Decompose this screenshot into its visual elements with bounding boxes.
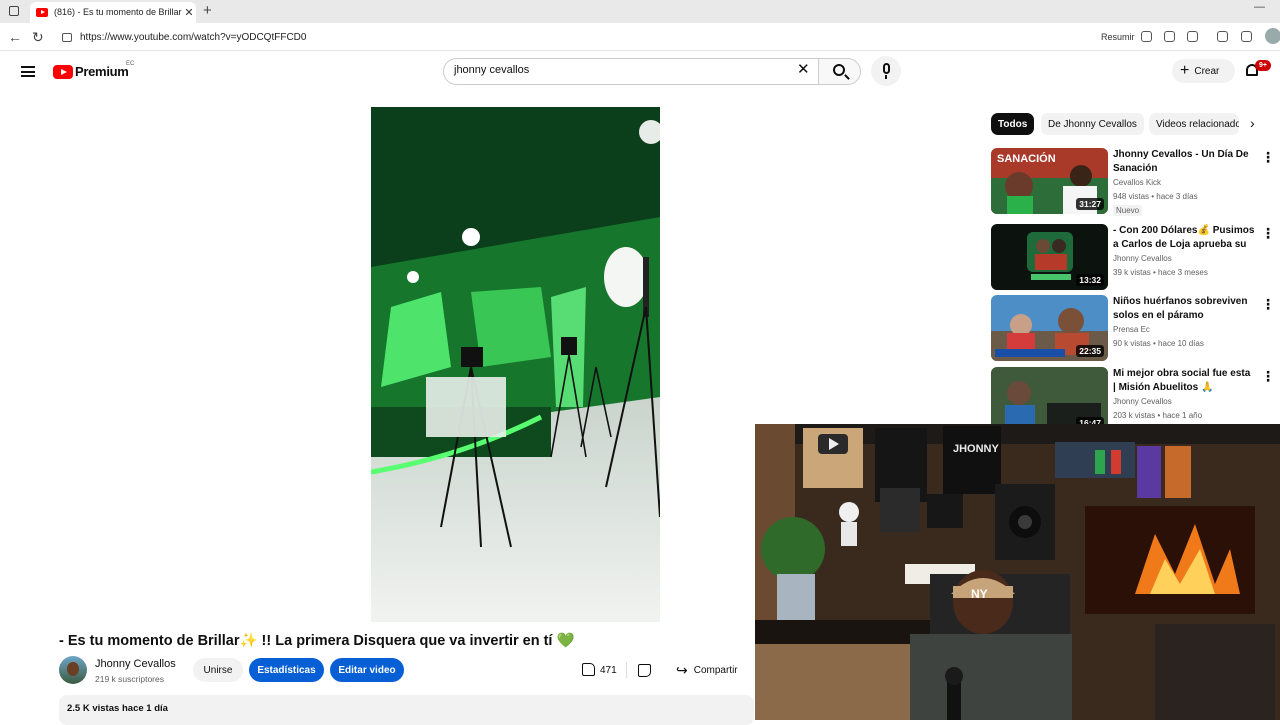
read-aloud-icon[interactable]	[1164, 31, 1175, 42]
share-label: Compartir	[693, 664, 738, 676]
chip-todos[interactable]: Todos	[991, 113, 1035, 135]
more-actions-icon[interactable]: ⋮	[1261, 150, 1275, 164]
recommendation-title[interactable]: Niños huérfanos sobreviven solos en el p…	[1113, 295, 1255, 323]
upload-date: hace 1 día	[122, 703, 168, 714]
browser-profile-avatar[interactable]	[1265, 28, 1280, 44]
thumbs-up-icon[interactable]	[582, 663, 595, 676]
video-duration: 13:32	[1076, 274, 1104, 286]
collections-icon[interactable]	[1241, 31, 1252, 42]
chip-channel[interactable]: De Jhonny Cevallos	[1041, 113, 1144, 135]
webcam-frame: JHONNY NY	[755, 424, 1280, 720]
video-title: - Es tu momento de Brillar✨ !! La primer…	[59, 633, 575, 649]
video-duration: 22:35	[1076, 345, 1104, 357]
recommendation-item[interactable]: SANACIÓN 31:27 Jhonny Cevallos - Un Día …	[991, 148, 1280, 216]
voice-search-button[interactable]	[871, 56, 901, 86]
video-frame	[371, 107, 660, 622]
recommendation-meta: 90 k vistas • hace 10 días	[1113, 339, 1204, 348]
tab-actions-icon[interactable]	[9, 6, 19, 16]
recommendation-channel[interactable]: Jhonny Cevallos	[1113, 254, 1172, 263]
notification-count-badge: 9+	[1255, 60, 1271, 71]
video-thumbnail[interactable]: 13:32	[991, 224, 1108, 290]
description-box[interactable]: 2.5 K vistas hace 1 día	[59, 695, 754, 725]
recommendation-channel[interactable]: Prensa Ec	[1113, 325, 1150, 334]
edit-video-button[interactable]: Editar video	[330, 658, 404, 682]
tab-close-icon[interactable]: ✕	[182, 6, 196, 19]
reload-icon[interactable]: ↻	[32, 29, 44, 45]
video-player[interactable]	[371, 107, 660, 622]
recommendation-item[interactable]: 22:35 Niños huérfanos sobreviven solos e…	[991, 295, 1280, 363]
recommendation-title[interactable]: Mi mejor obra social fue esta | Misión A…	[1113, 367, 1255, 395]
video-thumbnail[interactable]: SANACIÓN 31:27	[991, 148, 1108, 214]
favorite-star-icon[interactable]	[1187, 31, 1198, 42]
microphone-icon	[882, 63, 890, 74]
view-count: 2.5 K vistas	[67, 703, 120, 714]
clear-search-icon[interactable]: ✕	[797, 62, 810, 78]
browser-tab[interactable]: (816) - Es tu momento de Brillar✨ ✕	[30, 2, 196, 23]
browser-tab-strip: (816) - Es tu momento de Brillar✨ ✕ + —	[0, 0, 1280, 23]
more-actions-icon[interactable]: ⋮	[1261, 297, 1275, 311]
tab-title: (816) - Es tu momento de Brillar✨	[54, 7, 182, 17]
minimize-window-button[interactable]: —	[1254, 1, 1265, 13]
create-label: Crear	[1194, 65, 1220, 77]
share-icon: ↪	[676, 662, 688, 678]
search-input[interactable]: jhonny cevallos	[454, 64, 529, 76]
recommendation-meta: 948 vistas • hace 3 días	[1113, 192, 1198, 201]
share-button[interactable]: ↪ Compartir	[670, 658, 750, 682]
video-duration: 31:27	[1076, 198, 1104, 210]
recommendation-title[interactable]: Jhonny Cevallos - Un Día De Sanación	[1113, 148, 1255, 176]
recommendation-title[interactable]: - Con 200 Dólares💰 Pusimos a Carlos de L…	[1113, 224, 1255, 252]
recommendation-channel[interactable]: Jhonny Cevallos	[1113, 397, 1172, 406]
youtube-header: Premium EC jhonny cevallos ✕ + Crear 9+	[0, 51, 1280, 91]
translate-icon[interactable]	[1141, 31, 1152, 42]
address-bar[interactable]: https://www.youtube.com/watch?v=yODCQtFF…	[56, 27, 1206, 47]
channel-name[interactable]: Jhonny Cevallos	[95, 658, 176, 670]
youtube-logo-icon[interactable]	[53, 65, 73, 79]
recommendation-channel[interactable]: Cevallos Kick	[1113, 178, 1161, 187]
new-tab-button[interactable]: +	[203, 2, 212, 19]
cap-logo: NY	[971, 587, 988, 601]
chevron-right-icon[interactable]: ›	[1250, 115, 1255, 131]
more-actions-icon[interactable]: ⋮	[1261, 226, 1275, 240]
youtube-premium-logo[interactable]: Premium	[75, 64, 129, 79]
search-icon	[833, 64, 845, 76]
search-button[interactable]	[818, 58, 861, 85]
browser-toolbar: ← ↻ https://www.youtube.com/watch?v=yODC…	[0, 23, 1280, 51]
subscriber-count: 219 k suscriptores	[95, 674, 164, 684]
create-button[interactable]: + Crear	[1172, 59, 1235, 83]
back-arrow-icon[interactable]: ←	[8, 29, 22, 45]
like-count[interactable]: 471	[600, 665, 617, 676]
site-info-icon[interactable]	[62, 32, 72, 42]
plus-icon: +	[1180, 62, 1190, 79]
recommendation-item[interactable]: 13:32 - Con 200 Dólares💰 Pusimos a Carlo…	[991, 224, 1280, 292]
youtube-favicon-icon	[36, 8, 48, 17]
join-button[interactable]: Unirse	[193, 658, 243, 682]
statistics-button[interactable]: Estadísticas	[249, 658, 324, 682]
resumir-button[interactable]: Resumir	[1101, 32, 1135, 42]
channel-avatar[interactable]	[59, 656, 87, 684]
new-badge: Nuevo	[1113, 205, 1143, 216]
extensions-icon[interactable]	[1217, 31, 1228, 42]
recommendation-meta: 39 k vistas • hace 3 meses	[1113, 268, 1208, 277]
wall-sign-text: JHONNY	[953, 443, 1000, 455]
more-actions-icon[interactable]: ⋮	[1261, 369, 1275, 383]
like-dislike-group: 471	[570, 658, 663, 682]
thumbs-down-icon[interactable]	[638, 664, 651, 677]
chip-related[interactable]: Videos relacionados	[1149, 113, 1239, 135]
url-text[interactable]: https://www.youtube.com/watch?v=yODCQtFF…	[80, 32, 306, 43]
recommendation-meta: 203 k vistas • hace 1 año	[1113, 411, 1203, 420]
webcam-overlay: JHONNY NY	[755, 424, 1280, 720]
hamburger-menu-icon[interactable]	[21, 66, 35, 77]
country-code: EC	[126, 61, 135, 67]
video-thumbnail[interactable]: 22:35	[991, 295, 1108, 361]
thumbnail-caption: SANACIÓN	[997, 152, 1056, 165]
